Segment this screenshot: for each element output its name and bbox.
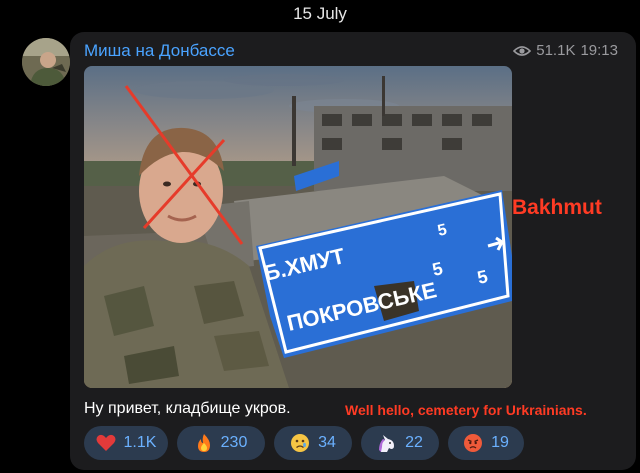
channel-avatar[interactable] (22, 38, 70, 86)
crying-face-icon (291, 434, 310, 452)
post-meta: 51.1K 19:13 (513, 42, 618, 59)
eye-icon (513, 45, 532, 56)
reaction-count: 22 (405, 434, 423, 451)
bakhmut-annotation: Bakhmut (512, 196, 602, 219)
reaction-count: 230 (220, 434, 248, 451)
reaction-count: 1.1K (123, 434, 157, 451)
view-count: 51.1K (536, 42, 576, 59)
channel-name[interactable]: Миша на Донбассе (84, 41, 235, 61)
reaction-heart[interactable]: 1.1K (84, 426, 168, 460)
post-time: 19:13 (580, 42, 618, 59)
angry-face-icon (464, 434, 483, 452)
fire-icon (197, 434, 210, 452)
photo-image: Б.ХМУТ 5 5 ПОКРОВСЬКЕ 5 (84, 66, 512, 388)
reaction-count: 34 (318, 434, 336, 451)
reaction-angry[interactable]: 19 (448, 426, 524, 460)
reaction-unicorn[interactable]: 22 (361, 426, 439, 460)
reaction-cry[interactable]: 34 (274, 426, 352, 460)
heart-icon (96, 434, 116, 451)
post-caption: Ну привет, кладбище укров. (84, 400, 291, 417)
unicorn-icon (379, 435, 395, 452)
post-photo[interactable]: Б.ХМУТ 5 5 ПОКРОВСЬКЕ 5 (84, 66, 512, 388)
reactions-bar: 1.1K 230 34 22 19 (84, 426, 524, 460)
avatar-image (22, 38, 70, 86)
reaction-fire[interactable]: 230 (177, 426, 265, 460)
reaction-count: 19 (491, 434, 509, 451)
caption-translation: Well hello, cemetery for Urkrainians. (345, 402, 587, 418)
date-header: 15 July (293, 4, 347, 23)
